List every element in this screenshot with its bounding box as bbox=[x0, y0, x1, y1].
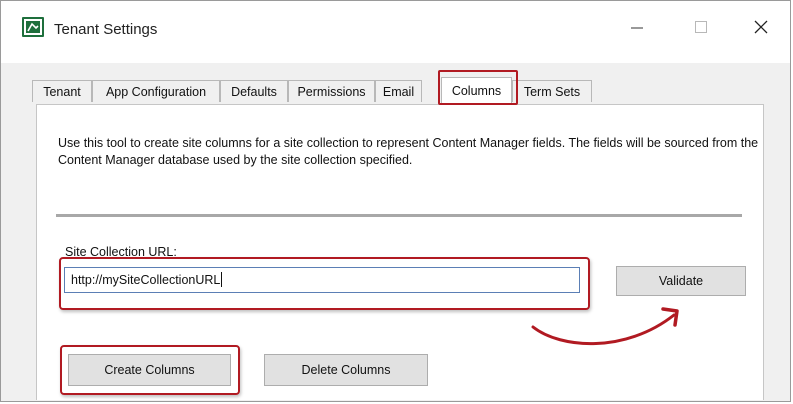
tab-strip: Tenant App Configuration Defaults Permis… bbox=[25, 77, 765, 104]
tab-email[interactable]: Email bbox=[375, 80, 422, 102]
divider bbox=[56, 214, 742, 217]
site-url-value: http://mySiteCollectionURL bbox=[71, 273, 221, 287]
window-title: Tenant Settings bbox=[54, 21, 158, 38]
close-button[interactable] bbox=[749, 15, 773, 39]
tab-app-configuration[interactable]: App Configuration bbox=[92, 80, 220, 102]
curved-arrow-icon bbox=[531, 307, 679, 346]
tenant-settings-window: Tenant Settings Tenant App Configuration… bbox=[0, 0, 791, 402]
minimize-button[interactable] bbox=[625, 15, 649, 39]
text-caret bbox=[221, 272, 223, 287]
tab-term-sets[interactable]: Term Sets bbox=[512, 80, 592, 102]
site-url-input[interactable]: http://mySiteCollectionURL bbox=[64, 267, 580, 293]
columns-tab-highlight bbox=[438, 70, 518, 105]
tab-tenant[interactable]: Tenant bbox=[32, 80, 92, 102]
app-icon bbox=[22, 17, 44, 37]
delete-columns-button[interactable]: Delete Columns bbox=[264, 354, 428, 386]
tab-defaults[interactable]: Defaults bbox=[220, 80, 288, 102]
create-columns-button[interactable]: Create Columns bbox=[68, 354, 231, 386]
minimize-icon bbox=[631, 27, 643, 29]
title-bar[interactable]: Tenant Settings bbox=[1, 1, 790, 63]
panel-description: Use this tool to create site columns for… bbox=[58, 136, 759, 167]
close-icon bbox=[754, 20, 768, 34]
tab-permissions[interactable]: Permissions bbox=[288, 80, 375, 102]
maximize-button[interactable] bbox=[689, 15, 713, 39]
maximize-icon bbox=[695, 21, 707, 33]
